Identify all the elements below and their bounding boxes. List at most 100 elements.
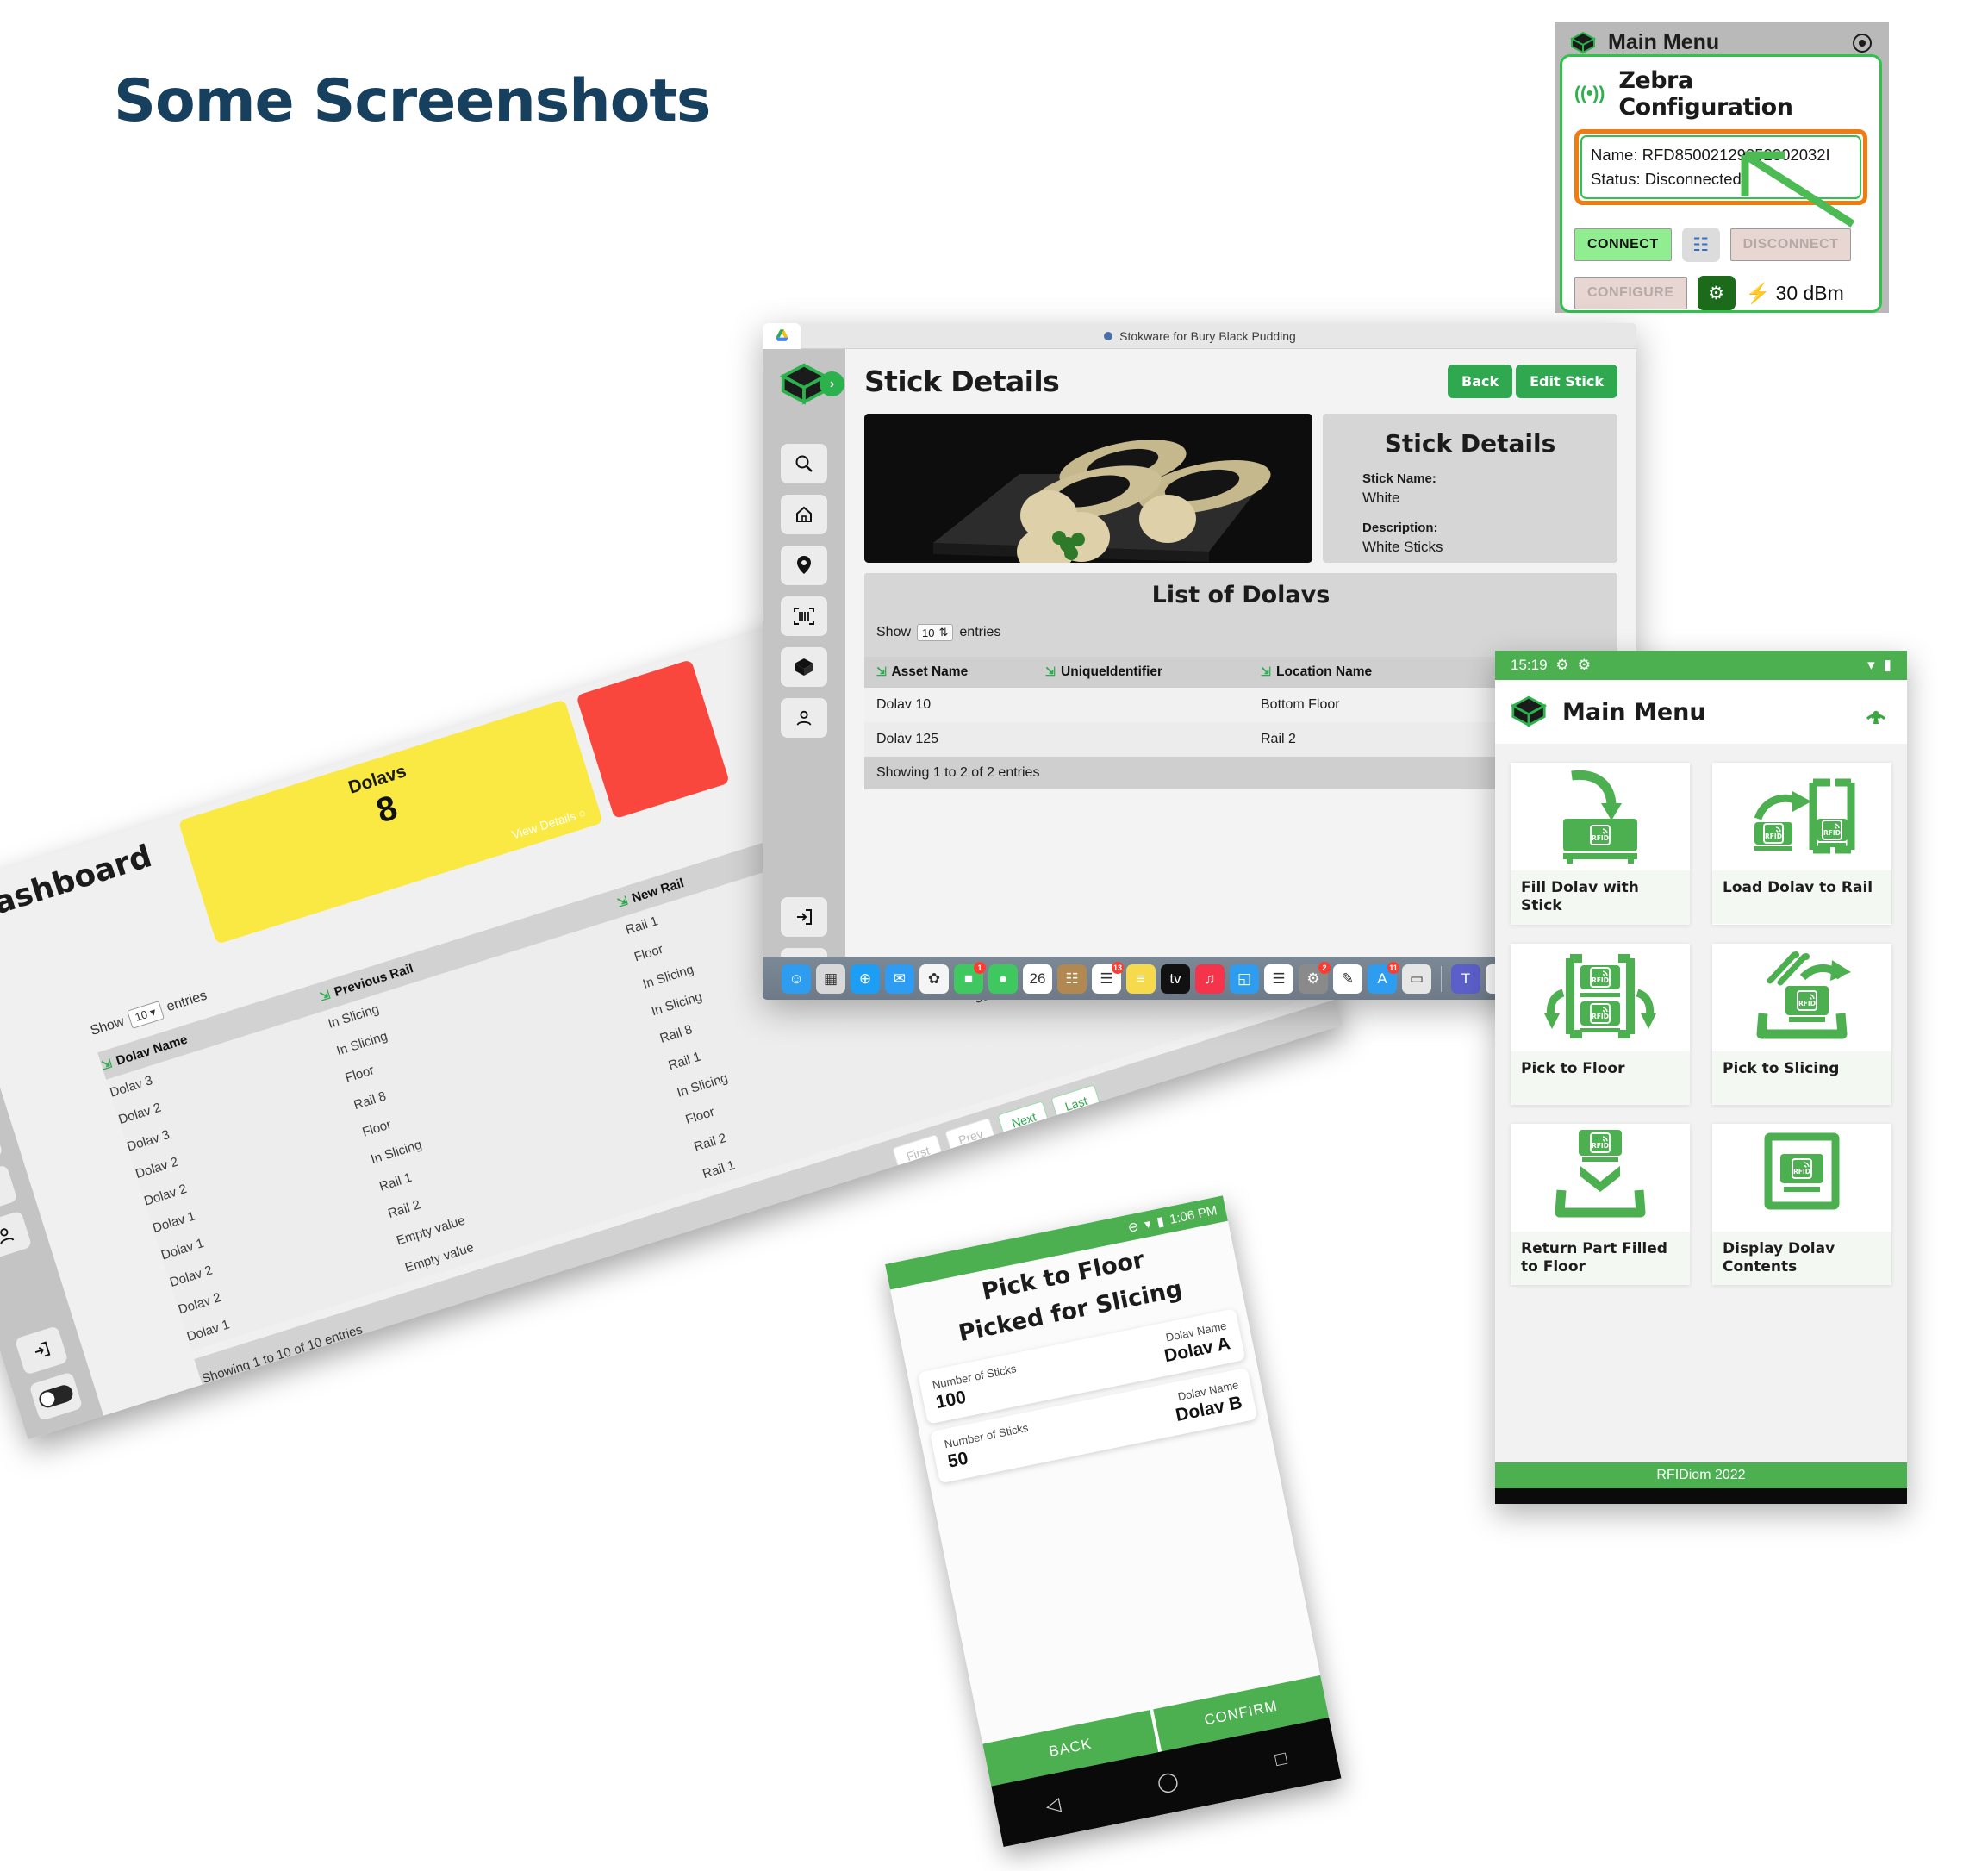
- keynote-icon[interactable]: ◱: [1230, 964, 1259, 994]
- disconnect-button[interactable]: DISCONNECT: [1729, 228, 1852, 261]
- network-icon[interactable]: ☷: [1681, 228, 1720, 262]
- col-asset-name[interactable]: ⇲ Asset Name: [864, 657, 1045, 688]
- lightning-bolt-icon: ⚡: [1745, 281, 1771, 304]
- appstore-icon[interactable]: A 11: [1368, 961, 1399, 994]
- col-unique-identifier[interactable]: ⇲ UniqueIdentifier: [1045, 657, 1261, 688]
- menu-tile-pick-to-floor[interactable]: RFID RFID Pick to Floor: [1511, 943, 1690, 1105]
- menu-tile-fill-dolav-with-stick[interactable]: RFID Fill Dolav with Stick: [1511, 763, 1690, 925]
- dock-icon-glyph: T: [1461, 970, 1471, 987]
- sidebar-item-locations[interactable]: [781, 546, 827, 585]
- pages-icon[interactable]: ✎: [1333, 964, 1362, 994]
- music-icon[interactable]: ♫: [1195, 964, 1225, 994]
- cube-logo: ›: [779, 361, 844, 408]
- numbers-icon[interactable]: ☰: [1264, 964, 1293, 994]
- preview-icon[interactable]: ▭: [1402, 964, 1431, 994]
- main-menu-phone: 15:19 ⚙ ⚙ ▾ ▮ Main Menu RFID Fill Dolav w…: [1495, 651, 1907, 1504]
- sidebar-item-globe[interactable]: [0, 1164, 18, 1214]
- reminders-icon[interactable]: ☰ 13: [1092, 961, 1124, 994]
- rfid-antenna-icon[interactable]: [1860, 696, 1891, 727]
- search-icon: [795, 455, 813, 472]
- sidebar-item-users[interactable]: [0, 1210, 33, 1261]
- notification-badge: 2: [1318, 961, 1331, 974]
- action-buttons: Back Edit Stick: [1444, 365, 1617, 398]
- wifi-signal-icon: ((•)): [1574, 84, 1605, 103]
- page-next-button[interactable]: Next: [997, 1101, 1050, 1140]
- page-prev-button[interactable]: Prev: [944, 1117, 998, 1157]
- connect-button[interactable]: CONNECT: [1574, 228, 1672, 261]
- fill-dolav-icon: RFID: [1511, 763, 1690, 870]
- sidebar-item-scan[interactable]: [781, 596, 827, 636]
- sort-icon: ⇲: [99, 1056, 114, 1073]
- field-label: Stick Name:: [1362, 471, 1436, 486]
- sticks-group: Number of Sticks 100: [932, 1362, 1022, 1413]
- dock-icon-glyph: tv: [1169, 970, 1181, 987]
- menu-tile-return-part-filled-to-floor[interactable]: RFID Return Part Filled to Floor: [1511, 1123, 1690, 1285]
- finder-icon[interactable]: ☺: [782, 964, 811, 994]
- sidebar-item-users[interactable]: [781, 698, 827, 738]
- configure-button[interactable]: CONFIGURE: [1574, 277, 1687, 309]
- facetime-icon[interactable]: ■ 1: [954, 961, 986, 994]
- messages-icon[interactable]: ●: [988, 964, 1018, 994]
- package-box-icon: [795, 658, 813, 676]
- chevron-down-icon: ▾: [148, 1005, 158, 1020]
- home-icon: [796, 506, 812, 522]
- battery-icon: ▮: [1155, 1213, 1166, 1230]
- page-last-button[interactable]: Last: [1050, 1084, 1102, 1123]
- cube-logo: [1511, 695, 1547, 727]
- detail-row: Stick Details Stick Name: White Descript…: [864, 414, 1617, 563]
- notes-icon[interactable]: ≡: [1126, 964, 1156, 994]
- logout-button[interactable]: [781, 897, 827, 937]
- sidebar-expand-button[interactable]: ›: [820, 371, 844, 396]
- sidebar-item-home[interactable]: [781, 495, 827, 534]
- dock-icon-glyph: ☰: [1100, 970, 1113, 987]
- do-not-disturb-icon: ⊖: [1126, 1219, 1141, 1236]
- contacts-icon[interactable]: ☷: [1057, 964, 1087, 994]
- gear-icon: ⚙: [1555, 657, 1569, 673]
- sidebar-item-search[interactable]: [781, 444, 827, 483]
- safari-icon[interactable]: ⊕: [851, 964, 880, 994]
- dock-icon-glyph: A: [1377, 970, 1387, 987]
- menu-tile-label: Pick to Floor: [1511, 1051, 1690, 1105]
- sidebar-item-assets[interactable]: [781, 647, 827, 687]
- view-details-link[interactable]: View Details ○: [510, 806, 588, 842]
- menu-tile-pick-to-slicing[interactable]: RFID Pick to Slicing: [1712, 943, 1891, 1105]
- menu-tile-load-dolav-to-rail[interactable]: RFID RFID Load Dolav to Rail: [1712, 763, 1891, 925]
- reader-info-highlight: Name: RFD85002129352302032I Status: Disc…: [1574, 129, 1867, 205]
- back-triangle-icon[interactable]: ◁: [1044, 1793, 1063, 1818]
- field-description: Description: White Sticks: [1362, 521, 1617, 556]
- menu-tile-label: Load Dolav to Rail: [1712, 870, 1891, 924]
- gear-icon[interactable]: ⚙: [1697, 276, 1736, 310]
- entries-select[interactable]: 10 ⇅: [917, 624, 954, 641]
- teams-icon[interactable]: T: [1451, 964, 1480, 994]
- circle-arrow-icon: ○: [576, 805, 588, 821]
- calendar-icon[interactable]: 26: [1023, 964, 1052, 994]
- menu-tile-label: Return Part Filled to Floor: [1511, 1231, 1690, 1285]
- mail-icon[interactable]: ✉: [885, 964, 914, 994]
- dark-mode-toggle[interactable]: [28, 1371, 84, 1422]
- menu-tile-label: Display Dolav Contents: [1712, 1231, 1891, 1285]
- battery-icon: ▮: [1883, 657, 1891, 673]
- dock-icon-glyph: ✎: [1341, 970, 1355, 987]
- dock-icon-glyph: ◱: [1237, 970, 1252, 987]
- app-footer: RFIDiom 2022: [1495, 1462, 1907, 1488]
- dock-icon-glyph: ☺: [788, 970, 804, 987]
- launchpad-icon[interactable]: ▦: [816, 964, 845, 994]
- load-dolav-rail-icon: RFID RFID: [1712, 763, 1891, 870]
- wifi-icon: ▾: [1143, 1216, 1153, 1232]
- edit-stick-button[interactable]: Edit Stick: [1516, 365, 1617, 398]
- entries-select[interactable]: 10 ▾: [127, 1001, 165, 1029]
- home-circle-icon[interactable]: ◯: [1155, 1768, 1180, 1794]
- power-readout: ⚡ 30 dBm: [1745, 281, 1844, 304]
- page-first-button[interactable]: First: [892, 1134, 944, 1173]
- back-button[interactable]: Back: [1448, 365, 1513, 398]
- settings-icon[interactable]: ⚙ 2: [1299, 961, 1331, 994]
- menu-tile-label: Pick to Slicing: [1712, 1051, 1891, 1105]
- logout-button[interactable]: [14, 1325, 69, 1375]
- location-pin-icon: [797, 556, 811, 574]
- recents-square-icon[interactable]: □: [1273, 1747, 1288, 1771]
- sort-icon: ⇲: [876, 664, 887, 678]
- menu-tile-display-dolav-contents[interactable]: RFID Display Dolav Contents: [1712, 1123, 1891, 1285]
- sidebar-item-reports[interactable]: [0, 1118, 3, 1169]
- appletv-icon[interactable]: tv: [1161, 964, 1190, 994]
- photos-icon[interactable]: ✿: [919, 964, 949, 994]
